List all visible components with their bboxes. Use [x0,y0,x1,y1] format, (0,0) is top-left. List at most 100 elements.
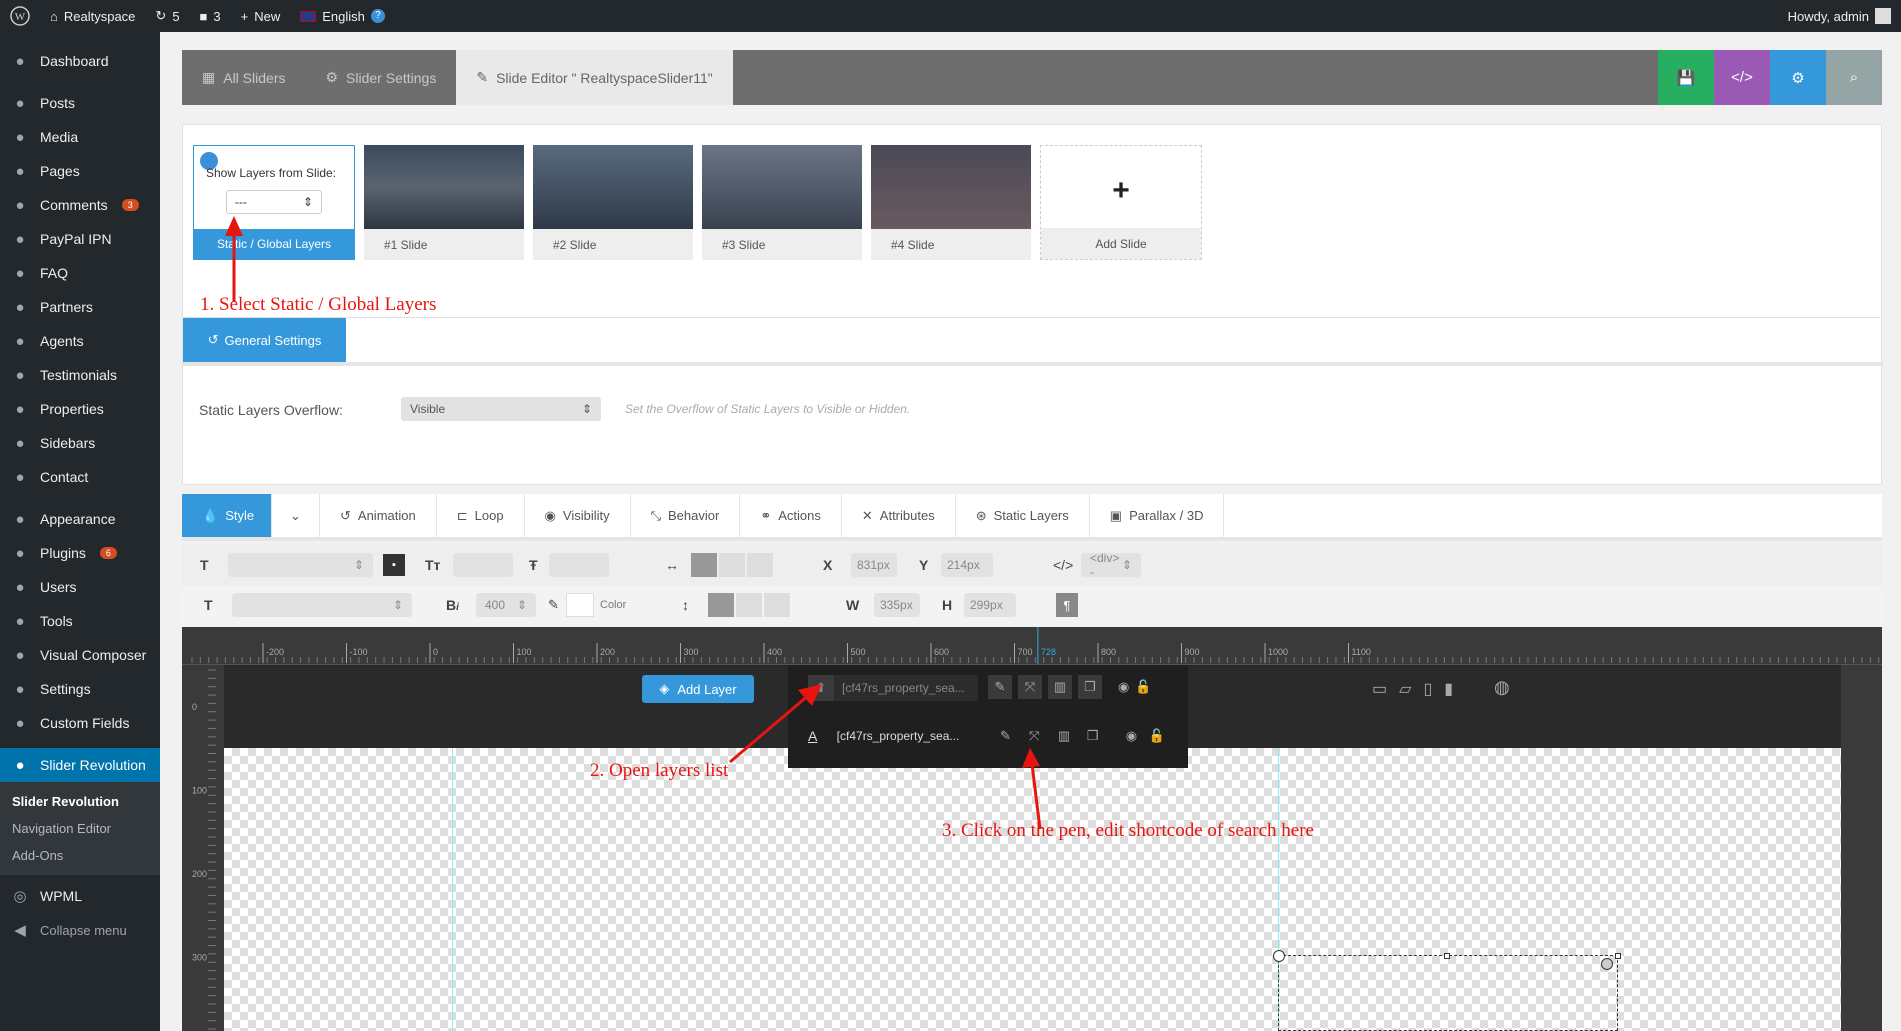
edit-pencil-icon[interactable]: ✎ [1000,728,1023,744]
desktop-icon[interactable]: ▭ [1372,679,1387,699]
tab-dropdown[interactable]: ⌄ [272,494,320,537]
sidebar-item-appearance[interactable]: ● Appearance [0,502,160,536]
slide-thumb-2[interactable]: #2 Slide [533,145,693,260]
tablet-icon[interactable]: ▯ [1423,679,1432,699]
x-input[interactable]: 831px [851,553,897,577]
scale-handle-icon[interactable] [1601,958,1613,970]
tab-actions[interactable]: ⚭ Actions [740,494,842,537]
wordpress-logo-icon[interactable]: W [0,0,40,32]
html-tag-select[interactable]: <div> - ⇕ [1081,551,1141,579]
valign-bottom-button[interactable] [764,593,790,617]
paragraph-button[interactable]: ¶ [1056,593,1078,617]
slide-thumb-1[interactable]: #1 Slide [364,145,524,260]
align-left-button[interactable] [691,553,717,577]
account-menu[interactable]: Howdy, admin [1778,0,1901,32]
language-switcher[interactable]: English ? [290,0,395,32]
resize-handle[interactable] [1444,953,1450,959]
sidebar-item-partners[interactable]: ● Partners [0,290,160,324]
line-height-input[interactable] [549,553,609,577]
width-input[interactable]: 335px [874,593,920,617]
trash-icon[interactable]: ▥ [1058,728,1081,744]
shrink-icon[interactable]: ⤧ [1029,728,1052,744]
sidebar-item-comments[interactable]: ● Comments 3 [0,188,160,222]
sidebar-item-contact[interactable]: ● Contact [0,460,160,494]
eye-icon[interactable]: ◉ [1118,675,1129,699]
sidebar-item-tools[interactable]: ● Tools [0,604,160,638]
sidebar-item-wpml[interactable]: ◎ WPML [0,879,160,913]
font-size-input[interactable] [453,553,513,577]
tab-behavior[interactable]: ⤡ Behavior [631,494,741,537]
duplicate-icon[interactable]: ❐ [1078,675,1102,699]
sidebar-item-settings[interactable]: ● Settings [0,672,160,706]
slide-thumb-3[interactable]: #3 Slide [702,145,862,260]
general-settings-tab[interactable]: ↺ General Settings [183,318,346,362]
save-button[interactable]: 💾 [1658,50,1714,105]
sidebar-item-visual-composer[interactable]: ● Visual Composer [0,638,160,672]
valign-middle-button[interactable] [736,593,762,617]
tab-style[interactable]: 💧 Style [182,494,272,537]
sidebar-item-custom-fields[interactable]: ● Custom Fields [0,706,160,740]
shrink-icon[interactable]: ⤧ [1018,675,1042,699]
layer-list-item[interactable]: A [cf47rs_property_sea... ✎ ⤧ ▥ ❐ ◉ 🔓 [808,721,1168,751]
align-center-button[interactable] [719,553,745,577]
add-slide-button[interactable]: + Add Slide [1040,145,1202,260]
sidebar-item-media[interactable]: ● Media [0,120,160,154]
search-button[interactable]: ⌕ [1826,50,1882,105]
resize-handle[interactable] [1615,953,1621,959]
sidebar-item-paypal-ipn[interactable]: ● PayPal IPN [0,222,160,256]
tab-attributes[interactable]: ✕ Attributes [842,494,956,537]
tab-loop[interactable]: ⊏ Loop [437,494,525,537]
sidebar-item-faq[interactable]: ● FAQ [0,256,160,290]
tab-slider-settings[interactable]: ⚙ Slider Settings [305,50,456,105]
tab-animation[interactable]: ↺ Animation [320,494,437,537]
site-link[interactable]: ⌂ Realtyspace [40,0,145,32]
submenu-slider-revolution[interactable]: Slider Revolution [0,788,160,815]
duplicate-icon[interactable]: ❐ [1087,728,1110,744]
submenu-add-ons[interactable]: Add-Ons [0,842,160,869]
tab-slide-editor[interactable]: ✎ Slide Editor " RealtyspaceSlider11" [456,50,733,105]
overflow-select[interactable]: Visible ⇕ [401,397,601,421]
tab-parallax[interactable]: ▣ Parallax / 3D [1090,494,1225,537]
align-right-button[interactable] [747,553,773,577]
valign-top-button[interactable] [708,593,734,617]
sidebar-item-sidebars[interactable]: ● Sidebars [0,426,160,460]
code-button[interactable]: </> [1714,50,1770,105]
slide-thumb-4[interactable]: #4 Slide [871,145,1031,260]
lock-icon[interactable]: 🔓 [1135,675,1151,699]
laptop-icon[interactable]: ▱ [1399,679,1411,699]
sidebar-item-plugins[interactable]: ● Plugins 6 [0,536,160,570]
font-weight-select[interactable]: 400 ⇕ [476,593,536,617]
selected-layer-box[interactable] [1273,950,1621,1031]
sidebar-item-slider-revolution[interactable]: ● Slider Revolution [0,748,160,782]
style-template-select[interactable]: ⇕ [232,593,412,617]
tab-all-sliders[interactable]: ▦ All Sliders [182,50,305,105]
y-input[interactable]: 214px [941,553,993,577]
color-swatch[interactable] [566,593,594,617]
new-content-link[interactable]: + New [231,0,291,32]
sidebar-item-pages[interactable]: ● Pages [0,154,160,188]
pencil-icon[interactable]: ✎ [988,675,1012,699]
eye-icon[interactable]: ◉ [1126,728,1145,744]
settings-button[interactable]: ⚙ [1770,50,1826,105]
height-input[interactable]: 299px [964,593,1016,617]
sidebar-item-properties[interactable]: ● Properties [0,392,160,426]
lock-icon[interactable]: 🔓 [1149,728,1168,744]
comments-link[interactable]: ■ 3 [190,0,231,32]
font-family-select[interactable]: ⇕ [228,553,373,577]
layers-current-row[interactable]: ⬆ [cf47rs_property_sea... [808,675,978,701]
tab-static-layers[interactable]: ⊛ Static Layers [956,494,1090,537]
save-style-icon[interactable]: ▪ [383,554,405,576]
sidebar-item-posts[interactable]: ● Posts [0,86,160,120]
updates-link[interactable]: ↻ 5 [145,0,189,32]
sidebar-item-dashboard[interactable]: ● Dashboard [0,44,160,78]
sidebar-item-testimonials[interactable]: ● Testimonials [0,358,160,392]
rotate-handle-icon[interactable] [1273,950,1285,962]
phone-icon[interactable]: ▮ [1444,679,1453,699]
sidebar-item-users[interactable]: ● Users [0,570,160,604]
trash-icon[interactable]: ▥ [1048,675,1072,699]
collapse-menu-button[interactable]: ◀ Collapse menu [0,913,160,947]
static-layers-slide[interactable]: Show Layers from Slide: --- ⇕ Static / Gl… [193,145,355,260]
submenu-navigation-editor[interactable]: Navigation Editor [0,815,160,842]
sidebar-item-agents[interactable]: ● Agents [0,324,160,358]
show-layers-select[interactable]: --- ⇕ [226,190,322,214]
